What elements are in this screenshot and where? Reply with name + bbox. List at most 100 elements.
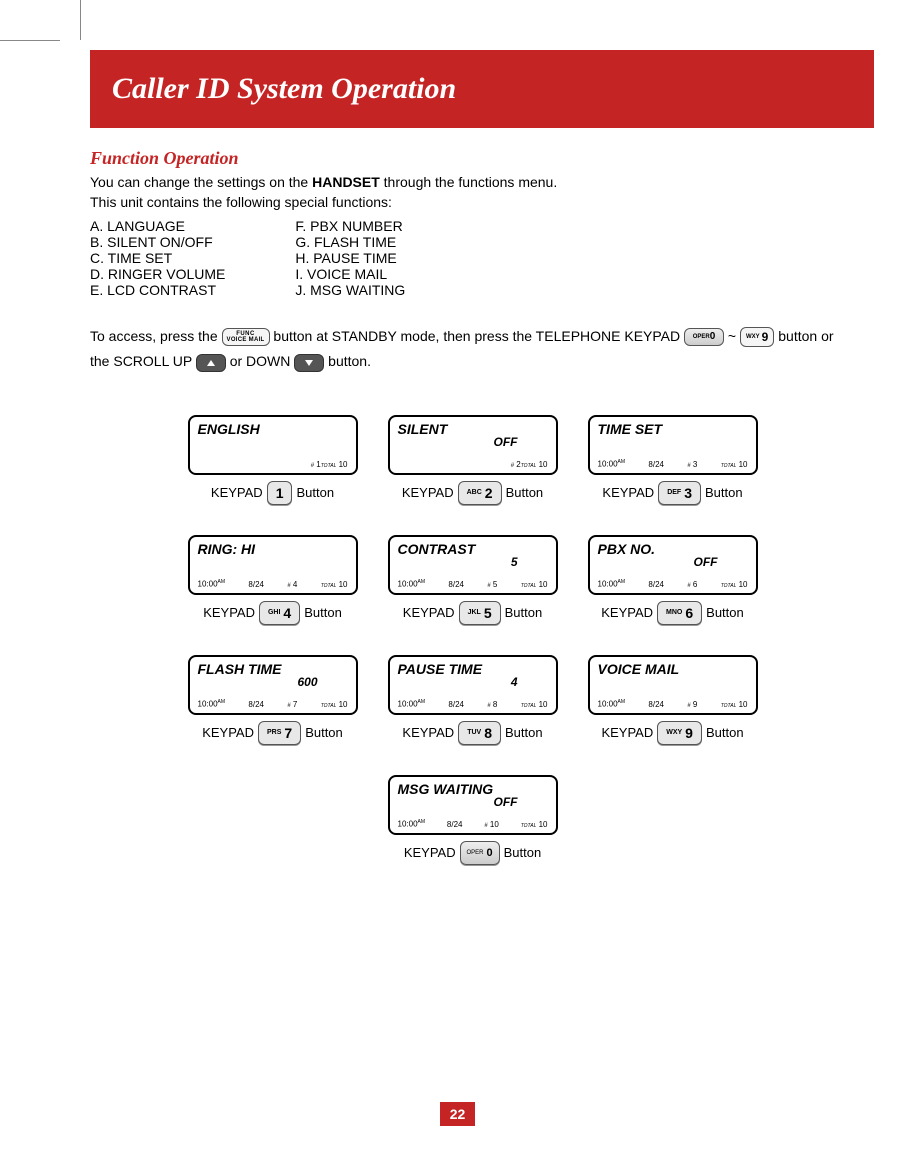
lcd-index: # 6 bbox=[687, 580, 697, 589]
button-label: Button bbox=[504, 845, 542, 860]
function-col-2: F. PBX NUMBER G. FLASH TIME H. PAUSE TIM… bbox=[295, 218, 405, 298]
wxy9-key-icon: WXY 9 bbox=[740, 327, 774, 347]
lcd-date: 8/24 bbox=[447, 820, 463, 829]
screen-block: FLASH TIME60010:00AM8/24# 7TOTAL 10KEYPA… bbox=[188, 655, 358, 745]
lcd-display: FLASH TIME60010:00AM8/24# 7TOTAL 10 bbox=[188, 655, 358, 715]
lcd-status-row: 10:00AM8/24# 6TOTAL 10 bbox=[598, 579, 748, 589]
button-label: Button bbox=[706, 725, 744, 740]
lcd-total: TOTAL 10 bbox=[721, 700, 748, 709]
lcd-index: # 2 bbox=[511, 460, 521, 469]
function-col-1: A. LANGUAGE B. SILENT ON/OFF C. TIME SET… bbox=[90, 218, 225, 298]
keypad-caption: KEYPADGHI4Button bbox=[203, 601, 342, 625]
keypad-caption: KEYPADMNO6Button bbox=[601, 601, 744, 625]
keypad-key-icon: GHI4 bbox=[259, 601, 300, 625]
keypad-caption: KEYPAD OPER0 Button bbox=[404, 841, 541, 865]
lcd-time: 10:00AM bbox=[398, 699, 426, 709]
lcd-display: ENGLISH # 1TOTAL 10 bbox=[188, 415, 358, 475]
screen-block: RING: HI10:00AM8/24# 4TOTAL 10KEYPADGHI4… bbox=[188, 535, 358, 625]
lcd-index: # 8 bbox=[487, 700, 497, 709]
intro-text-a: You can change the settings on the bbox=[90, 174, 312, 190]
keypad-key-icon: ABC2 bbox=[458, 481, 502, 505]
lcd-title: TIME SET bbox=[598, 421, 748, 437]
access-instructions: To access, press the FUNC VOICE MAIL but… bbox=[90, 324, 855, 374]
keypad-caption: KEYPAD1Button bbox=[211, 481, 334, 505]
lcd-status-row: # 1TOTAL 10 bbox=[198, 460, 348, 469]
page-number: 22 bbox=[440, 1102, 476, 1126]
lcd-status-row: 10:00AM8/24# 9TOTAL 10 bbox=[598, 699, 748, 709]
screen-row: FLASH TIME60010:00AM8/24# 7TOTAL 10KEYPA… bbox=[188, 655, 758, 745]
access-t1: To access, press the bbox=[90, 328, 222, 344]
screen-block: VOICE MAIL10:00AM8/24# 9TOTAL 10KEYPADWX… bbox=[588, 655, 758, 745]
lcd-index: # 7 bbox=[287, 700, 297, 709]
lcd-display: VOICE MAIL 10:00AM8/24# 9TOTAL 10 bbox=[588, 655, 758, 715]
func-voicemail-key-icon: FUNC VOICE MAIL bbox=[222, 328, 270, 346]
lcd-time: 10:00AM bbox=[398, 819, 426, 829]
keypad-caption: KEYPADJKL5Button bbox=[403, 601, 542, 625]
lcd-status-row: 10:00AM8/24# 3TOTAL 10 bbox=[598, 459, 748, 469]
keypad-key-icon: 1 bbox=[267, 481, 293, 505]
scroll-up-icon bbox=[196, 354, 226, 372]
access-t5: button. bbox=[328, 353, 371, 369]
button-label: Button bbox=[305, 725, 343, 740]
intro-line-2: This unit contains the following special… bbox=[90, 193, 855, 213]
screen-block: MSG WAITINGOFF10:00AM8/24# 10TOTAL 10KEY… bbox=[388, 775, 558, 865]
oper0-key-icon: OPER0 bbox=[684, 328, 724, 346]
keypad-label: KEYPAD bbox=[402, 725, 454, 740]
lcd-screens-grid: ENGLISH# 1TOTAL 10KEYPAD1ButtonSILENTOFF… bbox=[90, 415, 855, 865]
screen-block: CONTRAST510:00AM8/24# 5TOTAL 10KEYPADJKL… bbox=[388, 535, 558, 625]
lcd-total: TOTAL 10 bbox=[521, 700, 548, 709]
lcd-time: 10:00AM bbox=[398, 579, 426, 589]
screen-block: ENGLISH # 1TOTAL 10 KEYPAD1Button bbox=[188, 415, 358, 505]
oper0-key-icon: OPER0 bbox=[460, 841, 500, 865]
lcd-time: 10:00AM bbox=[198, 699, 226, 709]
lcd-status-row: # 2TOTAL 10 bbox=[398, 460, 548, 469]
intro-line-1: You can change the settings on the HANDS… bbox=[90, 173, 855, 193]
lcd-title: ENGLISH bbox=[198, 421, 348, 437]
lcd-total: TOTAL 10 bbox=[721, 460, 748, 469]
lcd-subvalue: 4 bbox=[398, 675, 548, 689]
lcd-display: PBX NO.OFF10:00AM8/24# 6TOTAL 10 bbox=[588, 535, 758, 595]
keypad-label: KEYPAD bbox=[203, 605, 255, 620]
lcd-display: CONTRAST510:00AM8/24# 5TOTAL 10 bbox=[388, 535, 558, 595]
keypad-label: KEYPAD bbox=[202, 725, 254, 740]
lcd-date: 8/24 bbox=[648, 580, 664, 589]
keypad-label: KEYPAD bbox=[403, 605, 455, 620]
keypad-label: KEYPAD bbox=[402, 485, 454, 500]
crop-mark-vertical bbox=[80, 0, 81, 40]
screen-row: ENGLISH# 1TOTAL 10KEYPAD1ButtonSILENTOFF… bbox=[188, 415, 758, 505]
lcd-subvalue: OFF bbox=[398, 795, 548, 809]
keypad-label: KEYPAD bbox=[404, 845, 456, 860]
lcd-total: TOTAL 10 bbox=[521, 580, 548, 589]
lcd-date: 8/24 bbox=[248, 580, 264, 589]
lcd-date: 8/24 bbox=[248, 700, 264, 709]
lcd-total: TOTAL 10 bbox=[521, 460, 548, 469]
lcd-status-row: 10:00AM 8/24 # 5 TOTAL 10 bbox=[398, 579, 548, 589]
lcd-date: 8/24 bbox=[648, 460, 664, 469]
lcd-index: # 10 bbox=[484, 820, 498, 829]
button-label: Button bbox=[296, 485, 334, 500]
keypad-label: KEYPAD bbox=[602, 485, 654, 500]
lcd-date: 8/24 bbox=[448, 580, 464, 589]
lcd-title: VOICE MAIL bbox=[598, 661, 748, 677]
lcd-subvalue: OFF bbox=[398, 435, 548, 449]
keypad-caption: KEYPADWXY9Button bbox=[601, 721, 743, 745]
keypad-key-icon: WXY9 bbox=[657, 721, 702, 745]
lcd-total: TOTAL 10 bbox=[521, 820, 548, 829]
lcd-index: # 4 bbox=[287, 580, 297, 589]
lcd-subvalue: OFF bbox=[598, 555, 748, 569]
lcd-date: 8/24 bbox=[448, 700, 464, 709]
keypad-key-icon: TUV8 bbox=[458, 721, 501, 745]
lcd-index: # 5 bbox=[487, 580, 497, 589]
screen-block: SILENTOFF# 2TOTAL 10KEYPADABC2Button bbox=[388, 415, 558, 505]
screen-block: TIME SET 10:00AM8/24# 3TOTAL 10 KEYPAD DEF3… bbox=[588, 415, 758, 505]
screen-row: MSG WAITINGOFF10:00AM8/24# 10TOTAL 10KEY… bbox=[388, 775, 558, 865]
keypad-key-icon: DEF3 bbox=[658, 481, 701, 505]
scroll-down-icon bbox=[294, 354, 324, 372]
lcd-display: TIME SET 10:00AM8/24# 3TOTAL 10 bbox=[588, 415, 758, 475]
lcd-display: MSG WAITINGOFF10:00AM8/24# 10TOTAL 10 bbox=[388, 775, 558, 835]
keypad-label: KEYPAD bbox=[601, 605, 653, 620]
lcd-subvalue: 5 bbox=[398, 555, 548, 569]
screen-block: PAUSE TIME410:00AM8/24# 8TOTAL 10KEYPADT… bbox=[388, 655, 558, 745]
intro-bold: HANDSET bbox=[312, 174, 380, 190]
screen-block: PBX NO.OFF10:00AM8/24# 6TOTAL 10KEYPADMN… bbox=[588, 535, 758, 625]
